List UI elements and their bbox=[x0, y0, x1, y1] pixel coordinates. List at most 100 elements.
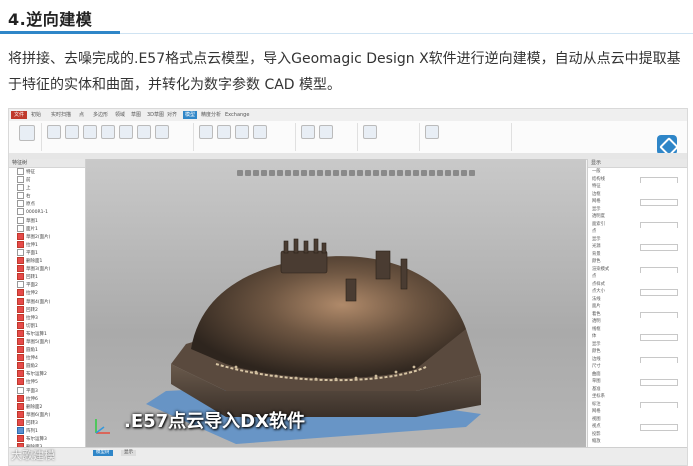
tool-button[interactable] bbox=[101, 125, 115, 139]
tree-item[interactable]: 平面1 bbox=[9, 248, 85, 257]
display-option[interactable]: 面索引 bbox=[588, 221, 687, 228]
display-option[interactable]: 特征 bbox=[588, 183, 687, 191]
display-option[interactable]: 透明 bbox=[588, 318, 687, 326]
display-option[interactable]: 点大小 bbox=[588, 288, 687, 296]
tree-item[interactable]: 拉伸1 bbox=[9, 240, 85, 249]
display-option[interactable]: 尺寸 bbox=[588, 363, 687, 371]
tree-item[interactable]: 面片1 bbox=[9, 224, 85, 233]
tree-item[interactable]: 阵列1 bbox=[9, 427, 85, 435]
tool-button[interactable] bbox=[199, 125, 213, 139]
tool-button[interactable] bbox=[217, 125, 231, 139]
ribbon-tab[interactable]: 精度分析 bbox=[201, 111, 221, 119]
display-option[interactable]: 显示 bbox=[588, 341, 687, 349]
tool-button[interactable] bbox=[235, 125, 249, 139]
tree-item[interactable]: 布尔运算1 bbox=[9, 329, 85, 338]
display-option[interactable]: 点样式 bbox=[588, 281, 687, 289]
bottom-tab-display[interactable]: 显示 bbox=[121, 450, 136, 456]
display-option[interactable]: 草图 bbox=[588, 378, 687, 386]
tree-item[interactable]: 圆角1 bbox=[9, 346, 85, 354]
tree-item[interactable]: 圆角2 bbox=[9, 362, 85, 370]
display-option[interactable]: 网格 bbox=[588, 198, 687, 206]
tree-item[interactable]: 平面2 bbox=[9, 281, 85, 289]
tool-button[interactable] bbox=[301, 125, 315, 139]
tool-button[interactable] bbox=[155, 125, 169, 139]
tree-item[interactable]: 右 bbox=[9, 192, 85, 200]
tree-item[interactable]: 0000R1-1 bbox=[9, 208, 85, 216]
tree-item[interactable]: 回转3 bbox=[9, 418, 85, 427]
ribbon-tab[interactable]: 草图 bbox=[131, 111, 141, 119]
tree-item[interactable]: 回转1 bbox=[9, 273, 85, 281]
tree-item[interactable]: 拉伸2 bbox=[9, 289, 85, 297]
ribbon-tab-file[interactable]: 文件 bbox=[11, 111, 28, 119]
tool-button[interactable] bbox=[425, 125, 439, 139]
tree-item[interactable]: 草图6(面片) bbox=[9, 410, 85, 419]
tool-button[interactable] bbox=[47, 125, 61, 139]
tree-item[interactable]: 前 bbox=[9, 176, 85, 184]
ribbon-tab[interactable]: 对齐 bbox=[167, 111, 177, 119]
tree-item[interactable]: 草图3(面片) bbox=[9, 265, 85, 273]
tree-item[interactable]: 切割1 bbox=[9, 321, 85, 330]
display-option[interactable]: 视图 bbox=[588, 416, 687, 424]
display-option[interactable]: 一般 bbox=[588, 168, 687, 176]
ribbon-tab[interactable]: 实时扫描 bbox=[51, 111, 71, 119]
tree-item[interactable]: 拉伸6 bbox=[9, 394, 85, 403]
tree-item[interactable]: 特征 bbox=[9, 168, 85, 176]
display-option[interactable]: 边框 bbox=[588, 191, 687, 199]
display-option[interactable]: 着色 bbox=[588, 311, 687, 318]
display-option[interactable]: 线框 bbox=[588, 326, 687, 334]
display-option[interactable]: 曲面 bbox=[588, 371, 687, 379]
display-option[interactable]: 体 bbox=[588, 333, 687, 341]
display-option[interactable]: 网格 bbox=[588, 408, 687, 416]
display-option[interactable]: 视点 bbox=[588, 423, 687, 431]
display-option[interactable]: 显示 bbox=[588, 206, 687, 214]
display-option[interactable]: 投影 bbox=[588, 431, 687, 439]
display-option[interactable]: 坐标系 bbox=[588, 393, 687, 401]
display-option[interactable]: 法线 bbox=[588, 296, 687, 304]
display-option[interactable]: 面片 bbox=[588, 303, 687, 311]
tree-item[interactable]: 上 bbox=[9, 184, 85, 192]
display-option[interactable]: 基准 bbox=[588, 386, 687, 394]
display-option[interactable]: 光源 bbox=[588, 243, 687, 251]
ribbon-tab[interactable]: 点 bbox=[79, 111, 84, 119]
ribbon-tab[interactable]: 初始 bbox=[31, 111, 41, 119]
display-option[interactable]: 渲染模式 bbox=[588, 266, 687, 273]
tree-item[interactable]: 布尔运算2 bbox=[9, 370, 85, 378]
ribbon-tab-model[interactable]: 模型 bbox=[183, 111, 198, 119]
ribbon-tab[interactable]: 3D草图 bbox=[147, 111, 164, 119]
import-button[interactable] bbox=[19, 125, 35, 141]
tool-button[interactable] bbox=[65, 125, 79, 139]
tool-button[interactable] bbox=[319, 125, 333, 139]
tree-item[interactable]: 拉伸4 bbox=[9, 354, 85, 362]
tree-item[interactable]: 删除面1 bbox=[9, 257, 85, 265]
display-option[interactable]: 透明度 bbox=[588, 213, 687, 221]
tool-button[interactable] bbox=[363, 125, 377, 139]
tree-item[interactable]: 平面3 bbox=[9, 386, 85, 395]
tree-item[interactable]: 草图2(面片) bbox=[9, 232, 85, 241]
tree-item[interactable]: 草图4(面片) bbox=[9, 297, 85, 306]
display-option[interactable]: 背景 bbox=[588, 251, 687, 259]
tree-item[interactable]: 草图1 bbox=[9, 216, 85, 225]
display-option[interactable]: 颜色 bbox=[588, 258, 687, 266]
tool-button[interactable] bbox=[119, 125, 133, 139]
tree-item[interactable]: 拉伸5 bbox=[9, 378, 85, 386]
display-option[interactable]: 显示 bbox=[588, 236, 687, 244]
bottom-tab-model-tree[interactable]: 模型树 bbox=[93, 450, 113, 456]
ribbon-tab[interactable]: 领域 bbox=[115, 111, 125, 119]
ribbon-tab[interactable]: Exchange bbox=[225, 111, 249, 119]
tree-item[interactable]: 删除面2 bbox=[9, 402, 85, 411]
tree-item[interactable]: 回转2 bbox=[9, 305, 85, 314]
tool-button[interactable] bbox=[253, 125, 267, 139]
display-option[interactable]: 点 bbox=[588, 228, 687, 236]
ribbon-tab[interactable]: 多边形 bbox=[93, 111, 108, 119]
tree-item[interactable]: 拉伸3 bbox=[9, 313, 85, 322]
tree-item[interactable]: 原点 bbox=[9, 200, 85, 208]
3d-viewport[interactable]: .E57点云导入DX软件 bbox=[86, 159, 586, 447]
display-option[interactable]: 标注 bbox=[588, 401, 687, 408]
tree-item[interactable]: 布尔运算3 bbox=[9, 435, 85, 443]
display-option[interactable]: 缩放 bbox=[588, 438, 687, 446]
display-option[interactable]: 颜色 bbox=[588, 348, 687, 356]
display-option[interactable]: 点 bbox=[588, 273, 687, 281]
tree-item[interactable]: 草图5(面片) bbox=[9, 337, 85, 346]
tool-button[interactable] bbox=[83, 125, 97, 139]
display-option[interactable]: 结构线 bbox=[588, 176, 687, 183]
